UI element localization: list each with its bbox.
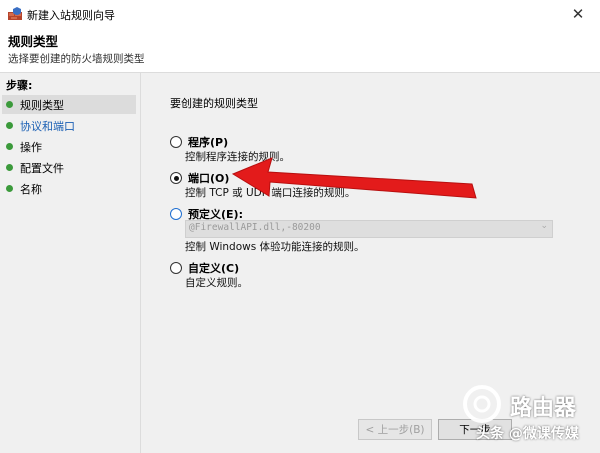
watermark-brand: 路由器 [510, 396, 577, 421]
close-button[interactable]: ✕ [556, 0, 600, 28]
step-label: 操作 [20, 140, 42, 154]
option-port-title: 端口(O) [188, 172, 230, 185]
steps-sidebar: 步骤: 规则类型 协议和端口 操作 配置文件 名称 [0, 73, 141, 453]
step-label: 规则类型 [20, 98, 64, 112]
step-action[interactable]: 操作 [2, 137, 136, 156]
predefined-radio[interactable] [170, 208, 182, 220]
page-subtitle: 选择要创建的防火墙规则类型 [8, 53, 145, 65]
option-port-desc: 控制 TCP 或 UDP 端口连接的规则。 [185, 187, 356, 199]
option-custom[interactable]: 自定义(C) [170, 260, 239, 276]
predefined-select[interactable]: @FirewallAPI.dll,-80200 ⌄ [185, 220, 553, 238]
rule-type-prompt: 要创建的规则类型 [170, 97, 258, 110]
option-custom-desc: 自定义规则。 [185, 277, 248, 289]
option-program-desc: 控制程序连接的规则。 [185, 151, 290, 163]
step-dot-icon [6, 185, 13, 192]
program-radio[interactable] [170, 136, 182, 148]
step-dot-icon [6, 101, 13, 108]
option-custom-title: 自定义(C) [188, 262, 240, 275]
step-profile[interactable]: 配置文件 [2, 158, 136, 177]
step-label: 名称 [20, 182, 42, 196]
option-predefined-desc: 控制 Windows 体验功能连接的规则。 [185, 241, 365, 253]
predefined-select-value: @FirewallAPI.dll,-80200 [189, 222, 321, 233]
option-program[interactable]: 程序(P) [170, 134, 228, 150]
step-dot-icon [6, 122, 13, 129]
chevron-down-icon: ⌄ [540, 221, 548, 231]
page-title: 规则类型 [8, 34, 59, 49]
wizard-header: 规则类型 选择要创建的防火墙规则类型 [0, 28, 600, 73]
step-rule-type[interactable]: 规则类型 [2, 95, 136, 114]
watermark-source: 头条 @微课传媒 [476, 426, 579, 442]
option-program-title: 程序(P) [188, 136, 229, 149]
step-label: 配置文件 [20, 161, 64, 175]
back-button[interactable]: < 上一步(B) [358, 419, 432, 440]
step-name[interactable]: 名称 [2, 179, 136, 198]
custom-radio[interactable] [170, 262, 182, 274]
firewall-icon [8, 7, 22, 20]
step-protocol-ports[interactable]: 协议和端口 [2, 116, 136, 135]
title-bar: 新建入站规则向导 ✕ [0, 0, 600, 28]
window-title: 新建入站规则向导 [27, 9, 115, 22]
step-dot-icon [6, 164, 13, 171]
option-port[interactable]: 端口(O) [170, 170, 229, 186]
port-radio[interactable] [170, 172, 182, 184]
step-dot-icon [6, 143, 13, 150]
steps-label: 步骤: [6, 79, 33, 92]
step-label: 协议和端口 [20, 119, 75, 133]
